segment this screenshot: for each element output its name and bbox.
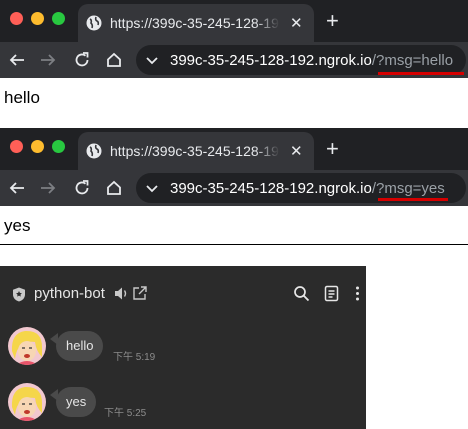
- url-query: /?msg=hello: [371, 51, 454, 69]
- maximize-window-button[interactable]: [52, 12, 65, 25]
- arrow-left-icon: [9, 54, 24, 66]
- speaker-icon[interactable]: [113, 285, 130, 302]
- page-content: yes: [0, 206, 468, 244]
- tab-title: https://399c-35-245-128-192.: [110, 15, 280, 31]
- chevron-down-icon[interactable]: [144, 52, 160, 68]
- chevron-down-icon[interactable]: [144, 180, 160, 196]
- home-icon: [107, 52, 121, 67]
- url-host: 399c-35-245-128-192.ngrok.io: [170, 179, 372, 197]
- browser-window-yes: https://399c-35-245-128-192. ✕ + 399c-35…: [0, 128, 468, 245]
- arrow-right-icon: [41, 182, 56, 194]
- notes-icon[interactable]: [323, 285, 340, 302]
- search-icon[interactable]: [293, 285, 310, 302]
- avatar[interactable]: [8, 327, 46, 365]
- kebab-icon[interactable]: [349, 285, 366, 302]
- window-controls: [10, 12, 65, 25]
- bot-name: python-bot: [34, 285, 105, 302]
- message-time: 下午 5:19: [113, 352, 156, 363]
- url-query-underline: [378, 198, 448, 201]
- arrow-right-icon: [41, 54, 56, 66]
- browser-tab[interactable]: https://399c-35-245-128-192. ✕: [78, 4, 314, 42]
- url-text: 399c-35-245-128-192.ngrok.io/?msg=yes: [170, 180, 445, 197]
- page-text: hello: [4, 88, 40, 107]
- minimize-window-button[interactable]: [31, 12, 44, 25]
- reload-button[interactable]: [70, 176, 94, 200]
- home-button[interactable]: [102, 176, 126, 200]
- page-text: yes: [4, 216, 31, 235]
- close-window-button[interactable]: [10, 140, 23, 153]
- back-button[interactable]: [5, 176, 29, 200]
- back-button[interactable]: [5, 48, 29, 72]
- tab-strip: https://399c-35-245-128-192. ✕ +: [0, 0, 468, 42]
- forward-button[interactable]: [36, 176, 60, 200]
- reload-button[interactable]: [70, 48, 94, 72]
- close-icon[interactable]: ✕: [290, 14, 303, 32]
- url-text: 399c-35-245-128-192.ngrok.io/?msg=hello: [170, 52, 453, 69]
- chat-message: hello 下午 5:19: [0, 327, 366, 373]
- chat-message: yes 下午 5:25: [0, 383, 366, 429]
- tab-strip: https://399c-35-245-128-192. ✕ +: [0, 128, 468, 170]
- shield-icon: [13, 287, 25, 302]
- external-link-icon[interactable]: [131, 285, 148, 302]
- chat-header: python-bot: [0, 266, 366, 322]
- home-button[interactable]: [102, 48, 126, 72]
- close-icon[interactable]: ✕: [290, 142, 303, 160]
- maximize-window-button[interactable]: [52, 140, 65, 153]
- reload-icon: [75, 52, 89, 67]
- url-query-underline: [378, 72, 464, 75]
- message-time: 下午 5:25: [104, 408, 147, 419]
- arrow-left-icon: [9, 182, 24, 194]
- window-controls: [10, 140, 65, 153]
- tab-title: https://399c-35-245-128-192.: [110, 143, 280, 159]
- globe-icon: [86, 15, 102, 31]
- globe-icon: [86, 143, 102, 159]
- avatar[interactable]: [8, 383, 46, 421]
- message-bubble: hello: [56, 331, 104, 361]
- browser-tab[interactable]: https://399c-35-245-128-192. ✕: [78, 132, 314, 170]
- plus-icon[interactable]: +: [326, 10, 339, 32]
- message-bubble: yes: [56, 387, 97, 417]
- chat-panel: python-bot hello 下午 5:19 yes 下午 5:25: [0, 266, 366, 429]
- home-icon: [107, 180, 121, 195]
- browser-window-hello: https://399c-35-245-128-192. ✕ + 399c-35…: [0, 0, 468, 116]
- reload-icon: [75, 180, 89, 195]
- page-content: hello: [0, 78, 468, 116]
- minimize-window-button[interactable]: [31, 140, 44, 153]
- url-query: /?msg=yes: [371, 179, 445, 197]
- url-host: 399c-35-245-128-192.ngrok.io: [170, 51, 372, 69]
- address-bar[interactable]: 399c-35-245-128-192.ngrok.io/?msg=hello: [136, 45, 466, 75]
- plus-icon[interactable]: +: [326, 138, 339, 160]
- forward-button[interactable]: [36, 48, 60, 72]
- close-window-button[interactable]: [10, 12, 23, 25]
